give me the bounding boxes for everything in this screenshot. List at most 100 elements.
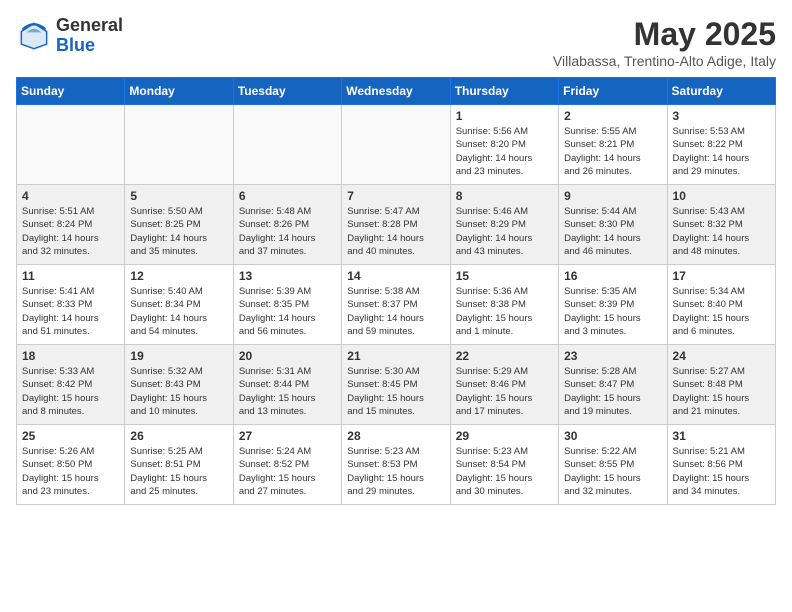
day-info: Sunrise: 5:39 AM Sunset: 8:35 PM Dayligh… xyxy=(239,285,336,338)
logo-icon xyxy=(16,18,52,54)
day-number: 4 xyxy=(22,189,119,203)
day-info: Sunrise: 5:23 AM Sunset: 8:54 PM Dayligh… xyxy=(456,445,553,498)
day-number: 26 xyxy=(130,429,227,443)
calendar-day: 7 Sunrise: 5:47 AM Sunset: 8:28 PM Daylig… xyxy=(342,185,450,265)
day-header-thursday: Thursday xyxy=(450,78,558,105)
calendar-day: 25Sunrise: 5:26 AM Sunset: 8:50 PM Dayli… xyxy=(17,425,125,505)
day-info: Sunrise: 5:29 AM Sunset: 8:46 PM Dayligh… xyxy=(456,365,553,418)
calendar-day: 8 Sunrise: 5:46 AM Sunset: 8:29 PM Daylig… xyxy=(450,185,558,265)
calendar-week-4: 18 Sunrise: 5:33 AM Sunset: 8:42 PM Dayli… xyxy=(17,345,776,425)
day-info: Sunrise: 5:44 AM Sunset: 8:30 PM Dayligh… xyxy=(564,205,661,258)
day-number: 19 xyxy=(130,349,227,363)
day-number: 18 xyxy=(22,349,119,363)
day-info: Sunrise: 5:56 AM Sunset: 8:20 PM Dayligh… xyxy=(456,125,553,178)
calendar-day: 26 Sunrise: 5:25 AM Sunset: 8:51 PM Dayli… xyxy=(125,425,233,505)
day-info: Sunrise: 5:32 AM Sunset: 8:43 PM Dayligh… xyxy=(130,365,227,418)
calendar-day xyxy=(125,105,233,185)
day-info: Sunrise: 5:35 AM Sunset: 8:39 PM Dayligh… xyxy=(564,285,661,338)
calendar-day: 4 Sunrise: 5:51 AM Sunset: 8:24 PM Daylig… xyxy=(17,185,125,265)
day-info: Sunrise: 5:47 AM Sunset: 8:28 PM Dayligh… xyxy=(347,205,444,258)
logo-text: General Blue xyxy=(56,16,123,56)
calendar-day: 31 Sunrise: 5:21 AM Sunset: 8:56 PM Dayli… xyxy=(667,425,775,505)
day-info: Sunrise: 5:28 AM Sunset: 8:47 PM Dayligh… xyxy=(564,365,661,418)
day-info: Sunrise: 5:43 AM Sunset: 8:32 PM Dayligh… xyxy=(673,205,770,258)
calendar-day: 3 Sunrise: 5:53 AM Sunset: 8:22 PM Daylig… xyxy=(667,105,775,185)
day-info: Sunrise: 5:22 AM Sunset: 8:55 PM Dayligh… xyxy=(564,445,661,498)
day-info: Sunrise: 5:21 AM Sunset: 8:56 PM Dayligh… xyxy=(673,445,770,498)
day-number: 6 xyxy=(239,189,336,203)
day-info: Sunrise: 5:24 AM Sunset: 8:52 PM Dayligh… xyxy=(239,445,336,498)
calendar-day: 16Sunrise: 5:35 AM Sunset: 8:39 PM Dayli… xyxy=(559,265,667,345)
calendar-week-2: 4 Sunrise: 5:51 AM Sunset: 8:24 PM Daylig… xyxy=(17,185,776,265)
calendar-day: 2 Sunrise: 5:55 AM Sunset: 8:21 PM Daylig… xyxy=(559,105,667,185)
day-info: Sunrise: 5:51 AM Sunset: 8:24 PM Dayligh… xyxy=(22,205,119,258)
calendar-day: 27 Sunrise: 5:24 AM Sunset: 8:52 PM Dayli… xyxy=(233,425,341,505)
day-number: 23 xyxy=(564,349,661,363)
day-header-sunday: Sunday xyxy=(17,78,125,105)
day-number: 28 xyxy=(347,429,444,443)
day-number: 8 xyxy=(456,189,553,203)
day-info: Sunrise: 5:36 AM Sunset: 8:38 PM Dayligh… xyxy=(456,285,553,338)
calendar-day: 29Sunrise: 5:23 AM Sunset: 8:54 PM Dayli… xyxy=(450,425,558,505)
calendar-day: 1 Sunrise: 5:56 AM Sunset: 8:20 PM Daylig… xyxy=(450,105,558,185)
calendar-day: 9 Sunrise: 5:44 AM Sunset: 8:30 PM Daylig… xyxy=(559,185,667,265)
calendar-day: 6 Sunrise: 5:48 AM Sunset: 8:26 PM Daylig… xyxy=(233,185,341,265)
logo-general: General xyxy=(56,16,123,36)
day-number: 14 xyxy=(347,269,444,283)
day-header-friday: Friday xyxy=(559,78,667,105)
calendar-day: 19 Sunrise: 5:32 AM Sunset: 8:43 PM Dayli… xyxy=(125,345,233,425)
day-number: 20 xyxy=(239,349,336,363)
calendar-header-row: SundayMondayTuesdayWednesdayThursdayFrid… xyxy=(17,78,776,105)
calendar-day: 13 Sunrise: 5:39 AM Sunset: 8:35 PM Dayli… xyxy=(233,265,341,345)
calendar-day: 22 Sunrise: 5:29 AM Sunset: 8:46 PM Dayli… xyxy=(450,345,558,425)
day-number: 13 xyxy=(239,269,336,283)
calendar-day: 21 Sunrise: 5:30 AM Sunset: 8:45 PM Dayli… xyxy=(342,345,450,425)
calendar-day: 5Sunrise: 5:50 AM Sunset: 8:25 PM Daylig… xyxy=(125,185,233,265)
day-header-tuesday: Tuesday xyxy=(233,78,341,105)
calendar-day: 11Sunrise: 5:41 AM Sunset: 8:33 PM Dayli… xyxy=(17,265,125,345)
calendar-day xyxy=(233,105,341,185)
day-number: 15 xyxy=(456,269,553,283)
day-info: Sunrise: 5:25 AM Sunset: 8:51 PM Dayligh… xyxy=(130,445,227,498)
day-header-saturday: Saturday xyxy=(667,78,775,105)
day-number: 22 xyxy=(456,349,553,363)
day-number: 2 xyxy=(564,109,661,123)
day-number: 5 xyxy=(130,189,227,203)
calendar-week-3: 11Sunrise: 5:41 AM Sunset: 8:33 PM Dayli… xyxy=(17,265,776,345)
calendar-table: SundayMondayTuesdayWednesdayThursdayFrid… xyxy=(16,77,776,505)
day-info: Sunrise: 5:33 AM Sunset: 8:42 PM Dayligh… xyxy=(22,365,119,418)
day-info: Sunrise: 5:23 AM Sunset: 8:53 PM Dayligh… xyxy=(347,445,444,498)
day-info: Sunrise: 5:46 AM Sunset: 8:29 PM Dayligh… xyxy=(456,205,553,258)
day-info: Sunrise: 5:34 AM Sunset: 8:40 PM Dayligh… xyxy=(673,285,770,338)
calendar-day: 10Sunrise: 5:43 AM Sunset: 8:32 PM Dayli… xyxy=(667,185,775,265)
day-number: 24 xyxy=(673,349,770,363)
day-header-wednesday: Wednesday xyxy=(342,78,450,105)
day-number: 1 xyxy=(456,109,553,123)
day-number: 9 xyxy=(564,189,661,203)
day-info: Sunrise: 5:55 AM Sunset: 8:21 PM Dayligh… xyxy=(564,125,661,178)
calendar-day: 24 Sunrise: 5:27 AM Sunset: 8:48 PM Dayli… xyxy=(667,345,775,425)
day-number: 21 xyxy=(347,349,444,363)
calendar-day: 20 Sunrise: 5:31 AM Sunset: 8:44 PM Dayli… xyxy=(233,345,341,425)
day-info: Sunrise: 5:41 AM Sunset: 8:33 PM Dayligh… xyxy=(22,285,119,338)
day-info: Sunrise: 5:53 AM Sunset: 8:22 PM Dayligh… xyxy=(673,125,770,178)
day-info: Sunrise: 5:27 AM Sunset: 8:48 PM Dayligh… xyxy=(673,365,770,418)
calendar-subtitle: Villabassa, Trentino-Alto Adige, Italy xyxy=(553,53,776,69)
day-info: Sunrise: 5:48 AM Sunset: 8:26 PM Dayligh… xyxy=(239,205,336,258)
calendar-day: 23 Sunrise: 5:28 AM Sunset: 8:47 PM Dayli… xyxy=(559,345,667,425)
title-block: May 2025 Villabassa, Trentino-Alto Adige… xyxy=(553,16,776,69)
day-number: 31 xyxy=(673,429,770,443)
calendar-day: 17Sunrise: 5:34 AM Sunset: 8:40 PM Dayli… xyxy=(667,265,775,345)
day-number: 27 xyxy=(239,429,336,443)
day-number: 30 xyxy=(564,429,661,443)
page-header: General Blue May 2025 Villabassa, Trenti… xyxy=(16,16,776,69)
calendar-day: 14Sunrise: 5:38 AM Sunset: 8:37 PM Dayli… xyxy=(342,265,450,345)
day-info: Sunrise: 5:31 AM Sunset: 8:44 PM Dayligh… xyxy=(239,365,336,418)
calendar-day: 15 Sunrise: 5:36 AM Sunset: 8:38 PM Dayli… xyxy=(450,265,558,345)
day-info: Sunrise: 5:26 AM Sunset: 8:50 PM Dayligh… xyxy=(22,445,119,498)
calendar-week-1: 1 Sunrise: 5:56 AM Sunset: 8:20 PM Daylig… xyxy=(17,105,776,185)
day-number: 3 xyxy=(673,109,770,123)
day-number: 7 xyxy=(347,189,444,203)
day-number: 12 xyxy=(130,269,227,283)
day-info: Sunrise: 5:30 AM Sunset: 8:45 PM Dayligh… xyxy=(347,365,444,418)
